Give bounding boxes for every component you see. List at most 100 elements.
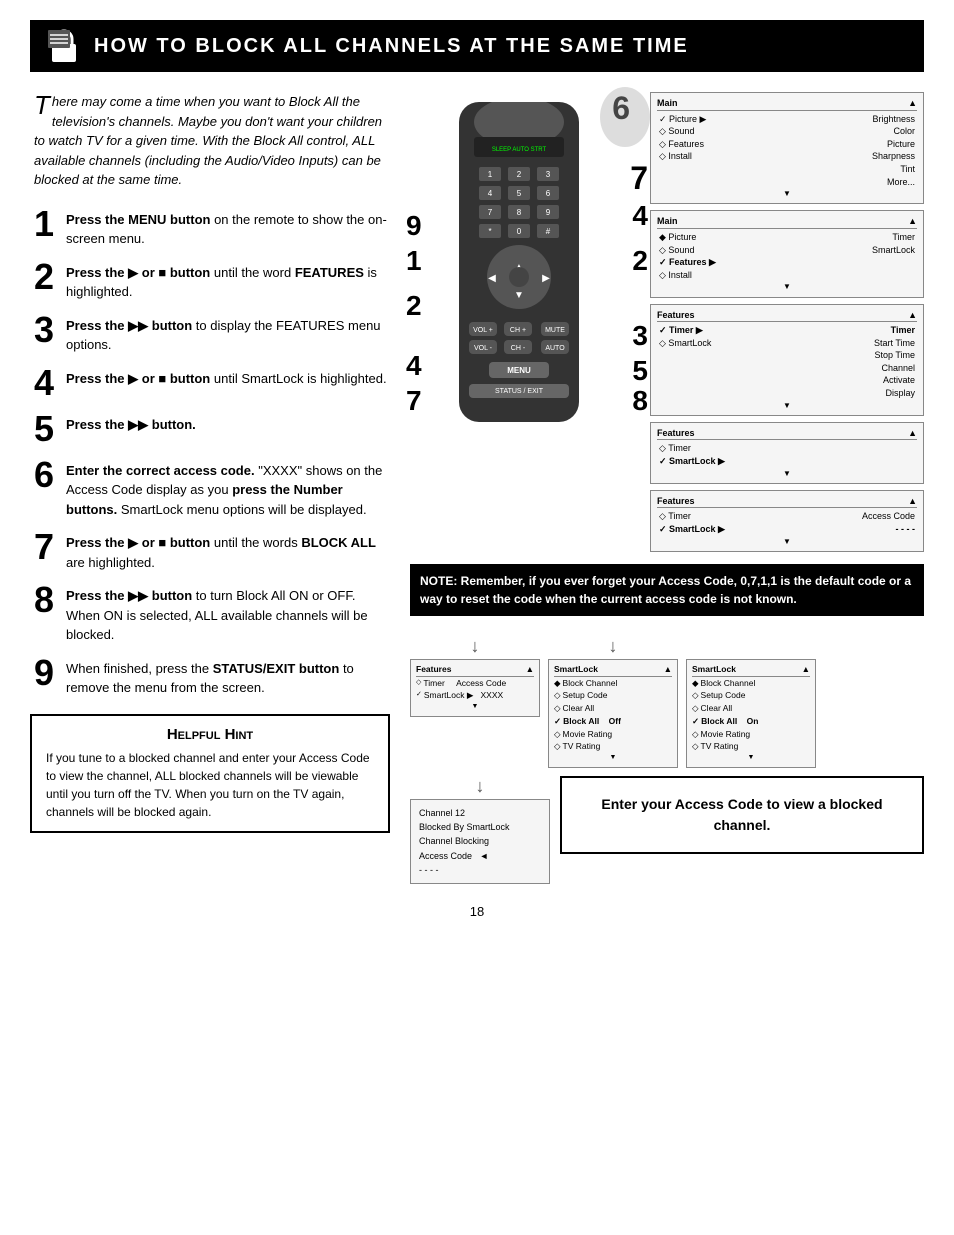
- svg-text:CH +: CH +: [510, 327, 526, 334]
- bottom-section: ↓ Features▲ ◇ Timer Access Code ✓ SmartL…: [410, 636, 924, 885]
- menu-screen-2: Main▲ ◆ PictureTimer ◇ SoundSmartLock ✓ …: [650, 210, 924, 297]
- step-number-7: 7: [30, 529, 58, 565]
- arrow-down: ▼: [657, 188, 917, 199]
- bottom-menu-xxxx-wrapper: ↓ Features▲ ◇ Timer Access Code ✓ SmartL…: [410, 636, 540, 717]
- menu-item: ✓ Picture ▶Brightness: [657, 113, 917, 126]
- arrow-down: ▼: [657, 281, 917, 292]
- step-5: 5 Press the ▶▶ button.: [30, 411, 390, 447]
- menu-screen-1: Main▲ ✓ Picture ▶Brightness ◇ SoundColor…: [650, 92, 924, 204]
- svg-text:4: 4: [488, 189, 493, 198]
- svg-text:7: 7: [488, 208, 493, 217]
- menu-item: ◇ Install: [657, 269, 917, 282]
- menu-screen-3: Features▲ ✓ Timer ▶Timer ◇ SmartLockStar…: [650, 304, 924, 416]
- menu-item: Stop Time: [657, 349, 917, 362]
- menu-item: ◇ SoundColor: [657, 125, 917, 138]
- svg-text:▶: ▶: [542, 273, 550, 284]
- bubble-decoration: [600, 87, 650, 147]
- sm-item: ◇ Setup Code: [692, 689, 810, 702]
- svg-text:VOL +: VOL +: [473, 327, 493, 334]
- sm-arrow: ▼: [416, 702, 534, 713]
- menu-item: ◇ TimerAccess Code: [657, 510, 917, 523]
- dropcap: T: [34, 92, 50, 118]
- arrow-connector2: ↓: [609, 636, 618, 657]
- svg-text:VOL -: VOL -: [474, 345, 493, 352]
- svg-text:▼: ▼: [514, 290, 524, 301]
- svg-text:3: 3: [546, 170, 551, 179]
- step-text-3: Press the ▶▶ button to display the FEATU…: [66, 312, 390, 355]
- overlay-4b: 4: [406, 352, 422, 380]
- menu-smartlock-off: SmartLock▲ ◆ Block Channel ◇ Setup Code …: [548, 659, 678, 768]
- spacer: ↓: [747, 636, 756, 657]
- note-box: NOTE: Remember, if you ever forget your …: [410, 564, 924, 616]
- step-text-5: Press the ▶▶ button.: [66, 411, 196, 435]
- steps-container: 1 Press the MENU button on the remote to…: [30, 206, 390, 698]
- svg-text:1: 1: [488, 170, 493, 179]
- sm-item: ✓ Block All Off: [554, 715, 672, 728]
- sm-item: ◇ Timer Access Code: [416, 677, 534, 690]
- page-title: How to Block All Channels at the Same Ti…: [94, 35, 689, 58]
- step-text-6: Enter the correct access code. "XXXX" sh…: [66, 457, 390, 520]
- svg-text:AUTO: AUTO: [545, 345, 565, 352]
- menu-item: ◇ SmartLockStart Time: [657, 337, 917, 350]
- sm-item: ◇ TV Rating: [692, 740, 810, 753]
- sm-title: SmartLock▲: [554, 663, 672, 677]
- menu-item: ✓ Features ▶: [657, 256, 917, 269]
- arrow-down: ▼: [657, 468, 917, 479]
- svg-text:SLEEP AUTO STRT: SLEEP AUTO STRT: [492, 147, 547, 153]
- step-2: 2 Press the ▶ or ■ button until the word…: [30, 259, 390, 302]
- hint-text: If you tune to a blocked channel and ent…: [46, 749, 374, 821]
- svg-text:5: 5: [517, 189, 522, 198]
- menu-screens: Main▲ ✓ Picture ▶Brightness ◇ SoundColor…: [650, 92, 924, 552]
- menu-screen-5: Features▲ ◇ TimerAccess Code ✓ SmartLock…: [650, 490, 924, 552]
- main-content: T here may come a time when you want to …: [30, 92, 924, 884]
- svg-text:2: 2: [517, 170, 522, 179]
- arrow-connector: ↓: [471, 636, 480, 657]
- step-4: 4 Press the ▶ or ■ button until SmartLoc…: [30, 365, 390, 401]
- right-top: 6 7 4 2 9 1 2 3 4 5 8 7: [410, 92, 924, 552]
- overlay-9: 9: [406, 212, 422, 240]
- menu-item: ◇ Timer: [657, 442, 917, 455]
- step-text-2: Press the ▶ or ■ button until the word F…: [66, 259, 390, 302]
- bottom-menu-on-wrapper: ↓ SmartLock▲ ◆ Block Channel ◇ Setup Cod…: [686, 636, 816, 768]
- sm-arrow: ▼: [692, 753, 810, 764]
- step-number-3: 3: [30, 312, 58, 348]
- step-number-8: 8: [30, 582, 58, 618]
- svg-text:#: #: [546, 227, 551, 236]
- step-text-4: Press the ▶ or ■ button until SmartLock …: [66, 365, 387, 389]
- right-column: 6 7 4 2 9 1 2 3 4 5 8 7: [410, 92, 924, 884]
- svg-text:CH -: CH -: [511, 345, 526, 352]
- menu-item: ◆ PictureTimer: [657, 231, 917, 244]
- menu-item: ◇ FeaturesPicture: [657, 138, 917, 151]
- overlay-2b: 2: [406, 292, 422, 320]
- overlay-8: 8: [632, 387, 648, 415]
- bottom-menu-off-wrapper: ↓ SmartLock▲ ◆ Block Channel ◇ Setup Cod…: [548, 636, 678, 768]
- svg-text:MUTE: MUTE: [545, 327, 565, 334]
- overlay-1: 1: [406, 247, 422, 275]
- bottom-menus-row1: ↓ Features▲ ◇ Timer Access Code ✓ SmartL…: [410, 636, 924, 768]
- arrow-down: ▼: [657, 536, 917, 547]
- page-number: 18: [30, 904, 924, 919]
- sm-item: ◇ Movie Rating: [554, 728, 672, 741]
- svg-text:6: 6: [546, 189, 551, 198]
- bottom-row-2: ↓ Channel 12 Blocked By SmartLock Channe…: [410, 776, 924, 885]
- menu-item: ◇ InstallSharpness: [657, 150, 917, 163]
- menu-item: Tint: [657, 163, 917, 176]
- step-text-8: Press the ▶▶ button to turn Block All ON…: [66, 582, 390, 645]
- sm-item: ✓ Block All On: [692, 715, 810, 728]
- step-text-9: When finished, press the STATUS/EXIT but…: [66, 655, 390, 698]
- step-6: 6 Enter the correct access code. "XXXX" …: [30, 457, 390, 520]
- intro-paragraph: T here may come a time when you want to …: [30, 92, 390, 190]
- cb-line5: - - - -: [419, 863, 541, 877]
- menu-title-5: Features▲: [657, 495, 917, 509]
- sm-item: ◇ Movie Rating: [692, 728, 810, 741]
- channel-blocked-wrapper: ↓ Channel 12 Blocked By SmartLock Channe…: [410, 776, 550, 885]
- sm-arrow: ▼: [554, 753, 672, 764]
- sm-item: ◆ Block Channel: [692, 677, 810, 690]
- overlay-4: 4: [632, 202, 648, 230]
- svg-text:8: 8: [517, 208, 522, 217]
- menu-item: ✓ SmartLock ▶: [657, 455, 917, 468]
- channel-blocked-screen: Channel 12 Blocked By SmartLock Channel …: [410, 799, 550, 885]
- sm-title: SmartLock▲: [692, 663, 810, 677]
- step-3: 3 Press the ▶▶ button to display the FEA…: [30, 312, 390, 355]
- step-9: 9 When finished, press the STATUS/EXIT b…: [30, 655, 390, 698]
